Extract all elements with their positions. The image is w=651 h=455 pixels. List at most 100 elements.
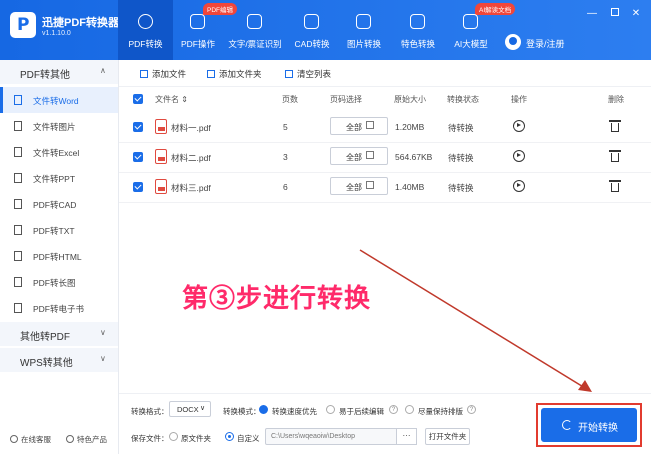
- refresh-icon: [562, 420, 572, 430]
- trash-icon[interactable]: [609, 150, 621, 162]
- clear-list-button[interactable]: 清空列表: [285, 68, 331, 80]
- file-name: 材料二.pdf: [171, 153, 211, 163]
- sidebar: PDF转其他 ∧ 文件转Word 文件转图片 文件转Excel 文件转PPT P…: [0, 60, 119, 454]
- sidebar-category-wps[interactable]: WPS转其他 ∨: [0, 348, 118, 372]
- ai-doc-badge: AI解读文档: [475, 3, 516, 15]
- file-name: 材料三.pdf: [171, 183, 211, 193]
- mode-radio-speed[interactable]: [259, 405, 268, 414]
- save-radio-custom[interactable]: [225, 432, 234, 441]
- chevron-down-icon: ∨: [100, 354, 106, 363]
- image-icon: [356, 14, 371, 29]
- ppt-file-icon: [14, 173, 22, 183]
- page-select-button[interactable]: 全部: [330, 117, 388, 135]
- sidebar-item-pdf-to-ebook[interactable]: PDF转电子书: [0, 295, 118, 321]
- cad-file-icon: [14, 199, 22, 209]
- sidebar-item-pdf-to-html[interactable]: PDF转HTML: [0, 243, 118, 269]
- featured-icon: [410, 14, 425, 29]
- file-status: 待转换: [448, 183, 474, 193]
- help-icon[interactable]: ?: [467, 405, 476, 414]
- file-size: 1.40MB: [395, 182, 425, 192]
- row-checkbox[interactable]: [133, 122, 143, 132]
- format-label: 转换格式：: [131, 407, 169, 416]
- top-bar: P 迅捷PDF转换器 v1.1.10.0 PDF转换 PDF编辑 PDF操作 文…: [0, 0, 651, 60]
- add-folder-icon: [207, 70, 215, 78]
- mode-radio-layout[interactable]: [405, 405, 414, 414]
- sidebar-category-pdf-to-other[interactable]: PDF转其他 ∧: [0, 60, 118, 84]
- sidebar-item-pdf-to-cad[interactable]: PDF转CAD: [0, 191, 118, 217]
- sidebar-item-file-to-word[interactable]: 文件转Word: [0, 87, 118, 113]
- page-select-button[interactable]: 全部: [330, 177, 388, 195]
- browse-button[interactable]: ···: [396, 428, 417, 445]
- tab-pdf-convert[interactable]: PDF转换: [118, 0, 173, 60]
- file-name: 材料一.pdf: [171, 123, 211, 133]
- app-version: v1.1.10.0: [42, 30, 71, 37]
- pdf-file-icon: [155, 119, 167, 134]
- maximize-icon[interactable]: [609, 8, 621, 20]
- page-select-button[interactable]: 全部: [330, 147, 388, 165]
- edit-icon: [366, 121, 374, 129]
- grid-icon: [66, 435, 74, 443]
- edit-icon: [366, 181, 374, 189]
- column-action: 操作: [511, 95, 527, 104]
- play-icon[interactable]: [513, 180, 525, 192]
- sidebar-item-pdf-to-long-image[interactable]: PDF转长图: [0, 269, 118, 295]
- table-row: 材料一.pdf 5 全部 1.20MB 待转换: [119, 112, 651, 143]
- featured-products-link[interactable]: 特色产品: [66, 434, 107, 445]
- word-file-icon: [14, 95, 22, 105]
- add-folder-button[interactable]: 添加文件夹: [207, 68, 262, 80]
- tab-featured-convert[interactable]: 特色转换: [391, 0, 445, 60]
- pdf-file-icon: [155, 179, 167, 194]
- trash-icon[interactable]: [609, 120, 621, 132]
- tab-cad-convert[interactable]: CAD转换: [287, 0, 337, 60]
- chevron-down-icon: ∨: [100, 328, 106, 337]
- trash-icon[interactable]: [609, 180, 621, 192]
- login-link[interactable]: 登录/注册: [526, 37, 565, 50]
- html-file-icon: [14, 251, 22, 261]
- output-path-input[interactable]: C:\Users\wqeaoiw\Desktop: [265, 428, 413, 445]
- pdf-tools-icon: [190, 14, 205, 29]
- minimize-icon[interactable]: —: [586, 8, 598, 20]
- format-select[interactable]: DOCX ∨: [169, 401, 211, 417]
- excel-file-icon: [14, 147, 22, 157]
- online-support-link[interactable]: 在线客服: [10, 434, 51, 445]
- clear-list-icon: [285, 70, 293, 78]
- row-checkbox[interactable]: [133, 182, 143, 192]
- file-size: 564.67KB: [395, 152, 433, 162]
- app-logo-icon: P: [10, 12, 36, 38]
- help-icon[interactable]: ?: [389, 405, 398, 414]
- step-instruction-overlay: 第③步进行转换: [182, 283, 372, 313]
- pdf-file-icon: [155, 149, 167, 164]
- user-avatar-icon[interactable]: [505, 34, 521, 50]
- open-folder-button[interactable]: 打开文件夹: [425, 428, 470, 445]
- sidebar-category-other-to-pdf[interactable]: 其他转PDF ∨: [0, 322, 118, 346]
- table-row: 材料三.pdf 6 全部 1.40MB 待转换: [119, 172, 651, 203]
- app-name: 迅捷PDF转换器: [42, 17, 119, 29]
- file-size: 1.20MB: [395, 122, 425, 132]
- file-pages: 6: [283, 182, 288, 192]
- column-pages: 页数: [282, 95, 298, 104]
- ebook-icon: [14, 303, 22, 313]
- column-page-select: 页码选择: [330, 95, 362, 104]
- tab-image-convert[interactable]: 图片转换: [337, 0, 391, 60]
- sidebar-item-pdf-to-txt[interactable]: PDF转TXT: [0, 217, 118, 243]
- sidebar-item-file-to-excel[interactable]: 文件转Excel: [0, 139, 118, 165]
- tab-pdf-operate[interactable]: PDF编辑 PDF操作: [173, 0, 237, 60]
- chevron-up-icon: ∧: [100, 66, 106, 75]
- start-convert-button[interactable]: 开始转换: [541, 408, 637, 442]
- save-radio-original[interactable]: [169, 432, 178, 441]
- close-icon[interactable]: ✕: [630, 8, 642, 20]
- sidebar-item-file-to-ppt[interactable]: 文件转PPT: [0, 165, 118, 191]
- mode-radio-editable[interactable]: [326, 405, 335, 414]
- row-checkbox[interactable]: [133, 152, 143, 162]
- table-row: 材料二.pdf 3 全部 564.67KB 待转换: [119, 142, 651, 173]
- tab-ai-model[interactable]: AI解读文档 AI大模型: [445, 0, 516, 60]
- headset-icon: [10, 435, 18, 443]
- sidebar-item-file-to-image[interactable]: 文件转图片: [0, 113, 118, 139]
- play-icon[interactable]: [513, 120, 525, 132]
- tab-text-recognition[interactable]: 文字/票证识别: [223, 0, 287, 60]
- column-name[interactable]: 文件名 ⇕: [155, 94, 188, 105]
- select-all-checkbox[interactable]: [133, 94, 143, 104]
- add-file-button[interactable]: 添加文件: [140, 68, 186, 80]
- play-icon[interactable]: [513, 150, 525, 162]
- image-file-icon: [14, 121, 22, 131]
